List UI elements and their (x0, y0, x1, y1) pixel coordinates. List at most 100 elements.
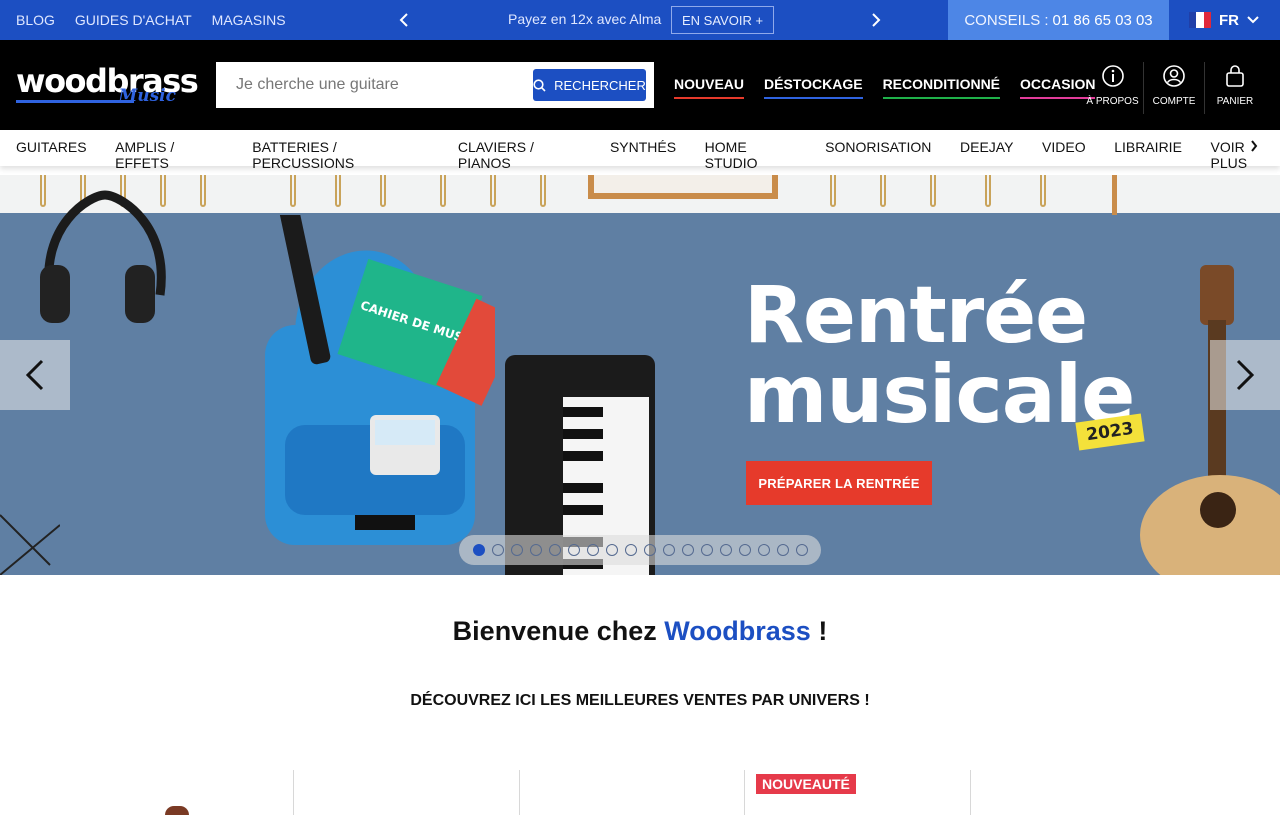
slide-dot[interactable] (682, 544, 694, 556)
product-divider (519, 770, 520, 815)
hero-next-button[interactable] (1210, 340, 1280, 410)
slide-indicators (459, 535, 821, 565)
hook (290, 175, 296, 207)
slide-dot[interactable] (796, 544, 808, 556)
top-bar: BLOG GUIDES D'ACHAT MAGASINS Payez en 12… (0, 0, 1280, 40)
welcome-prefix: Bienvenue chez (452, 616, 657, 646)
blog-link[interactable]: BLOG (16, 12, 55, 28)
hook (985, 175, 991, 207)
category-deejay[interactable]: DEEJAY (960, 139, 1013, 171)
slide-dot[interactable] (758, 544, 770, 556)
prepare-back-to-school-button[interactable]: PRÉPARER LA RENTRÉE (746, 461, 932, 505)
hook (880, 175, 886, 207)
category-home-studio[interactable]: HOME STUDIO (705, 139, 797, 171)
slide-dot[interactable] (492, 544, 504, 556)
info-icon (1101, 65, 1124, 87)
promo-prev-icon[interactable] (394, 10, 414, 30)
welcome-suffix: ! (818, 616, 828, 646)
best-sellers-subtitle: DÉCOUVREZ ICI LES MEILLEURES VENTES PAR … (410, 692, 870, 709)
chevron-down-icon (1247, 16, 1259, 24)
category-synthes[interactable]: SYNTHÉS (610, 139, 676, 171)
search-box: RECHERCHER (216, 62, 654, 108)
picture-frame (588, 175, 778, 199)
slide-dot[interactable] (549, 544, 561, 556)
slide-dot[interactable] (644, 544, 656, 556)
advice-phone[interactable]: CONSEILS : 01 86 65 03 03 (948, 0, 1169, 40)
category-librairie[interactable]: LIBRAIRIE (1114, 139, 1182, 171)
slide-dot[interactable] (511, 544, 523, 556)
category-voir-plus[interactable]: VOIR PLUS (1211, 139, 1280, 171)
slide-dot[interactable] (777, 544, 789, 556)
product-divider (970, 770, 971, 815)
category-batteries[interactable]: BATTERIES / PERCUSSIONS (252, 139, 429, 171)
picture-frame (1112, 175, 1252, 215)
category-guitares[interactable]: GUITARES (16, 139, 87, 171)
account-button[interactable]: COMPTE (1143, 62, 1204, 114)
header-icons: À PROPOS COMPTE PANIER (1082, 62, 1265, 114)
chevron-right-icon[interactable] (1250, 139, 1258, 155)
category-amplis-effets[interactable]: AMPLIS / EFFETS (115, 139, 224, 171)
promo-next-icon[interactable] (866, 10, 886, 30)
backpack-illustration: CAHIER DE MUSIQUE (265, 215, 495, 545)
slide-dot[interactable] (663, 544, 675, 556)
main-header: woodbrass Music RECHERCHER NOUVEAU DÉSTO… (0, 40, 1280, 130)
promo-learn-more-button[interactable]: EN SAVOIR + (671, 6, 775, 34)
hero-prev-button[interactable] (0, 340, 70, 410)
advice-label: CONSEILS : (964, 11, 1049, 29)
slide-dot[interactable] (568, 544, 580, 556)
hook (380, 175, 386, 207)
buying-guides-link[interactable]: GUIDES D'ACHAT (75, 12, 192, 28)
cart-button[interactable]: PANIER (1204, 62, 1265, 114)
hook (1040, 175, 1046, 207)
france-flag-icon (1189, 12, 1211, 28)
slide-dot[interactable] (473, 544, 485, 556)
hook (930, 175, 936, 207)
product-thumbnail[interactable] (165, 806, 189, 815)
promo-text: Payez en 12x avec Alma (508, 11, 662, 27)
nav-destockage[interactable]: DÉSTOCKAGE (764, 76, 863, 99)
search-input[interactable] (216, 62, 526, 108)
language-code: FR (1219, 11, 1239, 29)
category-video[interactable]: VIDEO (1042, 139, 1086, 171)
slide-dot[interactable] (625, 544, 637, 556)
about-button[interactable]: À PROPOS (1082, 62, 1143, 114)
chevron-left-icon (26, 359, 44, 391)
promo-carousel: Payez en 12x avec Alma EN SAVOIR + (390, 0, 890, 40)
music-stand-illustration (0, 514, 60, 575)
slide-dot[interactable] (701, 544, 713, 556)
about-label: À PROPOS (1086, 96, 1139, 107)
slide-dot[interactable] (530, 544, 542, 556)
category-list: GUITARES AMPLIS / EFFETS BATTERIES / PER… (16, 139, 1280, 171)
top-links: BLOG GUIDES D'ACHAT MAGASINS (16, 0, 286, 40)
search-button-label: RECHERCHER (554, 77, 646, 93)
category-bar: GUITARES AMPLIS / EFFETS BATTERIES / PER… (0, 130, 1280, 171)
welcome-heading: Bienvenue chez Woodbrass ! (0, 616, 1280, 647)
slide-dot[interactable] (606, 544, 618, 556)
hook (490, 175, 496, 207)
category-claviers[interactable]: CLAVIERS / PIANOS (458, 139, 581, 171)
slide-dot[interactable] (587, 544, 599, 556)
product-divider (744, 770, 745, 815)
category-sonorisation[interactable]: SONORISATION (825, 139, 931, 171)
nav-nouveau[interactable]: NOUVEAU (674, 76, 745, 99)
advice-phone-number[interactable]: 01 86 65 03 03 (1053, 12, 1153, 29)
hook (335, 175, 341, 207)
logo-subtext: Music (118, 86, 176, 106)
slide-dot[interactable] (739, 544, 751, 556)
new-badge: NOUVEAUTÉ (756, 774, 856, 794)
hook (830, 175, 836, 207)
account-label: COMPTE (1152, 96, 1196, 107)
logo-underline (16, 100, 134, 103)
search-button[interactable]: RECHERCHER (533, 69, 646, 101)
bag-icon (1226, 65, 1244, 87)
hook (440, 175, 446, 207)
hero-banner[interactable]: CAHIER DE MUSIQUE Rentrée musicale 2023 … (0, 175, 1280, 575)
main-nav: NOUVEAU DÉSTOCKAGE RECONDITIONNÉ OCCASIO… (674, 76, 1096, 99)
nav-reconditionne[interactable]: RECONDITIONNÉ (882, 76, 1001, 99)
woodbrass-logo[interactable]: woodbrass Music (16, 62, 199, 108)
stores-link[interactable]: MAGASINS (212, 12, 286, 28)
language-selector[interactable]: FR (1169, 0, 1280, 40)
search-icon (533, 78, 546, 92)
chevron-right-icon (1236, 359, 1254, 391)
slide-dot[interactable] (720, 544, 732, 556)
